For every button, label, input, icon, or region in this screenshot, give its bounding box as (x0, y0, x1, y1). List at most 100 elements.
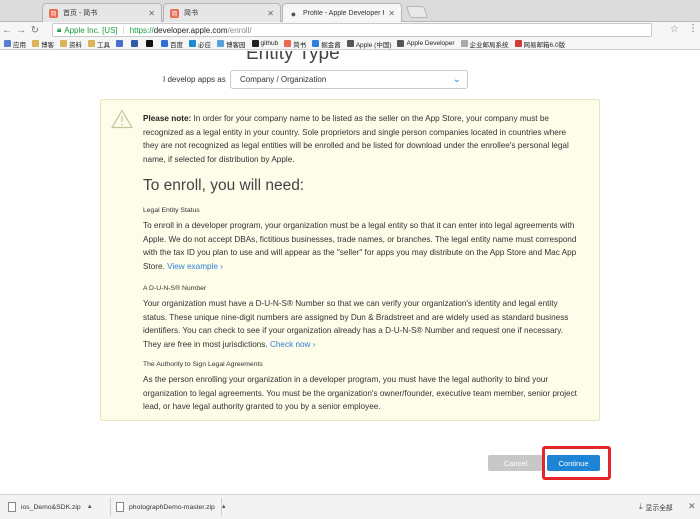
chevron-down-icon: ⌄ (452, 74, 461, 85)
bookmark-favicon-icon (312, 40, 320, 47)
close-icon[interactable]: ✕ (388, 9, 395, 18)
bookmark-item[interactable]: 百度 (161, 39, 183, 49)
caret-up-icon[interactable]: ▲ (87, 504, 93, 510)
divider (110, 498, 111, 516)
bookmark-item[interactable]: 掘金酱 (312, 39, 341, 49)
close-icon[interactable]: ✕ (267, 9, 274, 18)
tab-jianshu[interactable]: 简 简书 ✕ (163, 3, 281, 22)
bookmark-item[interactable]: Apple Developer (397, 40, 455, 47)
warning-icon (111, 109, 133, 129)
url-host: developer.apple.com (153, 25, 228, 35)
section-body-authority: As the person enrolling your organizatio… (143, 375, 577, 411)
bookmark-item[interactable]: 工具 (88, 39, 110, 49)
show-all-label: 显示全部 (645, 505, 673, 512)
bookmark-favicon-icon (346, 40, 354, 47)
page-content: Entity Type I develop apps as Company / … (0, 51, 700, 494)
url-divider: | (122, 25, 125, 35)
download-shelf: ios_Demo&SDK.zip ▲ photographDemo-master… (0, 494, 700, 519)
bookmark-item[interactable]: github (251, 40, 279, 47)
check-now-link[interactable]: Check now › (270, 340, 316, 349)
bookmark-favicon-icon (4, 40, 11, 47)
close-icon[interactable]: ✕ (148, 9, 155, 18)
bookmark-item[interactable] (116, 40, 125, 47)
file-icon (8, 502, 16, 512)
bookmark-favicon-icon (32, 40, 39, 47)
reload-icon[interactable]: ↻ (28, 25, 42, 36)
bookmark-item[interactable]: 必应 (189, 39, 211, 49)
bookmark-item[interactable]: 应用 (4, 39, 26, 49)
tab-apple-developer[interactable]: ● Profile - Apple Developer Prog ✕ (282, 3, 402, 23)
apple-logo-icon: ● (290, 8, 297, 19)
close-icon[interactable]: ✕ (688, 501, 696, 512)
bookmark-label: 必应 (198, 41, 211, 49)
new-tab-button[interactable] (405, 6, 429, 18)
bookmark-item[interactable]: 博客园 (217, 39, 246, 49)
bookmark-star-icon[interactable]: ☆ (670, 24, 679, 35)
download-arrow-icon: ⤓ (639, 502, 643, 511)
bookmark-favicon-icon (217, 40, 224, 47)
bookmark-favicon-icon (88, 40, 95, 47)
download-item[interactable]: ios_Demo&SDK.zip ▲ (8, 500, 93, 514)
entity-type-value: Company / Organization (240, 75, 327, 84)
bookmark-favicon-icon (146, 40, 153, 47)
bookmark-favicon-icon (514, 40, 522, 47)
show-all-downloads-button[interactable]: ⤓ 显示全部 (639, 502, 673, 512)
cancel-button[interactable]: Cancel (488, 455, 543, 471)
download-item[interactable]: photographDemo-master.zip ▲ (116, 500, 227, 514)
bookmark-favicon-icon (251, 40, 259, 47)
bookmark-favicon-icon (189, 40, 196, 47)
bookmark-favicon-icon (161, 40, 168, 47)
bookmark-label: 博客 (41, 41, 54, 49)
bookmark-label: 简书 (293, 41, 307, 49)
bookmark-item[interactable]: Apple (中国) (346, 39, 392, 49)
bookmark-item[interactable]: 企业邮局系统 (460, 39, 509, 49)
tab-label: 简书 (184, 10, 198, 17)
bookmark-label: Apple (中国) (355, 41, 392, 49)
bookmark-item[interactable]: 简书 (284, 39, 306, 49)
entity-type-select[interactable]: Company / Organization ⌄ (230, 70, 468, 89)
section-body-legal-entity: To enroll in a developer program, your o… (143, 219, 583, 273)
bookmark-label: github (260, 40, 279, 47)
bookmark-favicon-icon (131, 40, 138, 47)
secure-origin-label: Apple Inc. [US] (64, 25, 118, 35)
jianshu-favicon-icon: 简 (49, 8, 58, 18)
section-title-authority: The Authority to Sign Legal Agreements (143, 361, 263, 368)
forward-arrow-icon[interactable]: → (14, 25, 28, 36)
bookmark-label: 博客园 (226, 41, 246, 49)
bookmark-item[interactable] (146, 40, 155, 47)
bookmark-item[interactable] (131, 40, 140, 47)
tab-label: Profile - Apple Developer Prog (303, 10, 384, 17)
back-arrow-icon[interactable]: ← (0, 25, 14, 36)
bookmark-label: 百度 (170, 41, 183, 49)
note-lead: Please note: (143, 114, 192, 123)
section-body-duns: Your organization must have a D-U-N-S® N… (143, 297, 583, 351)
develop-as-label: I develop apps as (163, 75, 226, 84)
bookmark-favicon-icon (397, 40, 405, 47)
page-heading: Entity Type (246, 51, 340, 64)
tab-jianshu-home[interactable]: 简 首页 - 简书 ✕ (42, 3, 162, 22)
bookmark-label: 掘金酱 (321, 41, 341, 49)
enrollment-note-panel: Please note: In order for your company n… (100, 99, 600, 421)
jianshu-favicon-icon: 简 (170, 8, 179, 18)
section-text: Your organization must have a D-U-N-S® N… (143, 299, 569, 349)
address-bar[interactable]: 🔒︎ Apple Inc. [US] | https:// developer.… (52, 23, 652, 37)
divider (221, 498, 222, 516)
section-title-duns: A D-U-N-S® Number (143, 285, 207, 292)
bookmark-label: 应用 (13, 41, 26, 49)
download-filename: photographDemo-master.zip (129, 503, 215, 511)
bookmark-favicon-icon (284, 40, 292, 47)
view-example-link[interactable]: View example › (167, 262, 223, 271)
bookmark-label: 网易邮箱6.0版 (523, 41, 566, 49)
note-paragraph: Please note: In order for your company n… (143, 112, 583, 166)
bookmark-item[interactable]: 博客 (32, 39, 54, 49)
bookmark-favicon-icon (116, 40, 123, 47)
download-filename: ios_Demo&SDK.zip (21, 503, 81, 511)
bookmark-label: 企业邮局系统 (469, 41, 509, 49)
file-icon (116, 502, 124, 512)
url-path: /enroll/ (227, 25, 252, 35)
annotation-highlight-box (542, 446, 611, 480)
browser-menu-icon[interactable]: ⋮ (688, 23, 698, 34)
bookmark-label: 资料 (69, 41, 82, 49)
bookmark-item[interactable]: 网易邮箱6.0版 (514, 39, 566, 49)
bookmark-item[interactable]: 资料 (60, 39, 82, 49)
